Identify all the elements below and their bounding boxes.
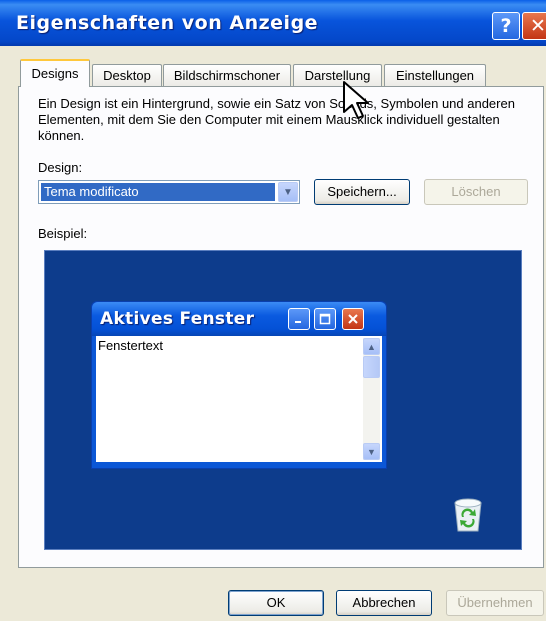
scroll-down-icon: ▼ bbox=[363, 443, 380, 460]
mouse-cursor-icon bbox=[343, 81, 369, 119]
tab-settings[interactable]: Einstellungen bbox=[384, 64, 486, 86]
design-select[interactable]: Tema modificato ▼ bbox=[38, 180, 300, 204]
help-button[interactable]: ? bbox=[492, 12, 520, 40]
window-title: Eigenschaften von Anzeige bbox=[16, 12, 319, 34]
apply-button[interactable]: Übernehmen bbox=[446, 590, 544, 616]
preview-window-titlebar: Aktives Fenster bbox=[92, 302, 386, 336]
designs-description: Ein Design ist ein Hintergrund, sowie ei… bbox=[38, 96, 515, 143]
preview-window-text: Fenstertext bbox=[98, 338, 164, 353]
preview-window-body: Fenstertext ▲ ▼ bbox=[96, 336, 382, 462]
close-icon bbox=[342, 308, 364, 330]
design-label: Design: bbox=[38, 160, 83, 175]
close-button[interactable]: ✕ bbox=[522, 12, 546, 40]
save-button[interactable]: Speichern... bbox=[314, 179, 410, 205]
scroll-up-icon: ▲ bbox=[363, 338, 380, 355]
recycle-bin-icon bbox=[454, 498, 482, 532]
maximize-icon bbox=[314, 308, 336, 330]
chevron-down-icon[interactable]: ▼ bbox=[278, 182, 298, 202]
design-select-value: Tema modificato bbox=[41, 183, 275, 201]
display-properties-dialog: Eigenschaften von Anzeige ? ✕ Designs De… bbox=[0, 0, 546, 621]
preview-scrollbar: ▲ ▼ bbox=[363, 338, 380, 460]
design-preview: Aktives Fenster Fenstertext ▲ ▼ bbox=[44, 250, 522, 550]
cancel-button[interactable]: Abbrechen bbox=[336, 590, 432, 616]
tab-screensaver[interactable]: Bildschirmschoner bbox=[163, 64, 291, 86]
preview-window: Aktives Fenster Fenstertext ▲ ▼ bbox=[91, 301, 387, 469]
delete-button[interactable]: Löschen bbox=[424, 179, 528, 205]
tab-desktop[interactable]: Desktop bbox=[92, 64, 162, 86]
tab-designs[interactable]: Designs bbox=[20, 59, 90, 87]
title-bar[interactable]: Eigenschaften von Anzeige ? ✕ bbox=[0, 0, 546, 46]
preview-window-title: Aktives Fenster bbox=[100, 309, 255, 329]
scroll-thumb bbox=[363, 356, 380, 378]
example-label: Beispiel: bbox=[38, 226, 88, 241]
close-icon: ✕ bbox=[530, 15, 546, 37]
help-icon: ? bbox=[500, 15, 512, 37]
minimize-icon bbox=[288, 308, 310, 330]
ok-button[interactable]: OK bbox=[228, 590, 324, 616]
